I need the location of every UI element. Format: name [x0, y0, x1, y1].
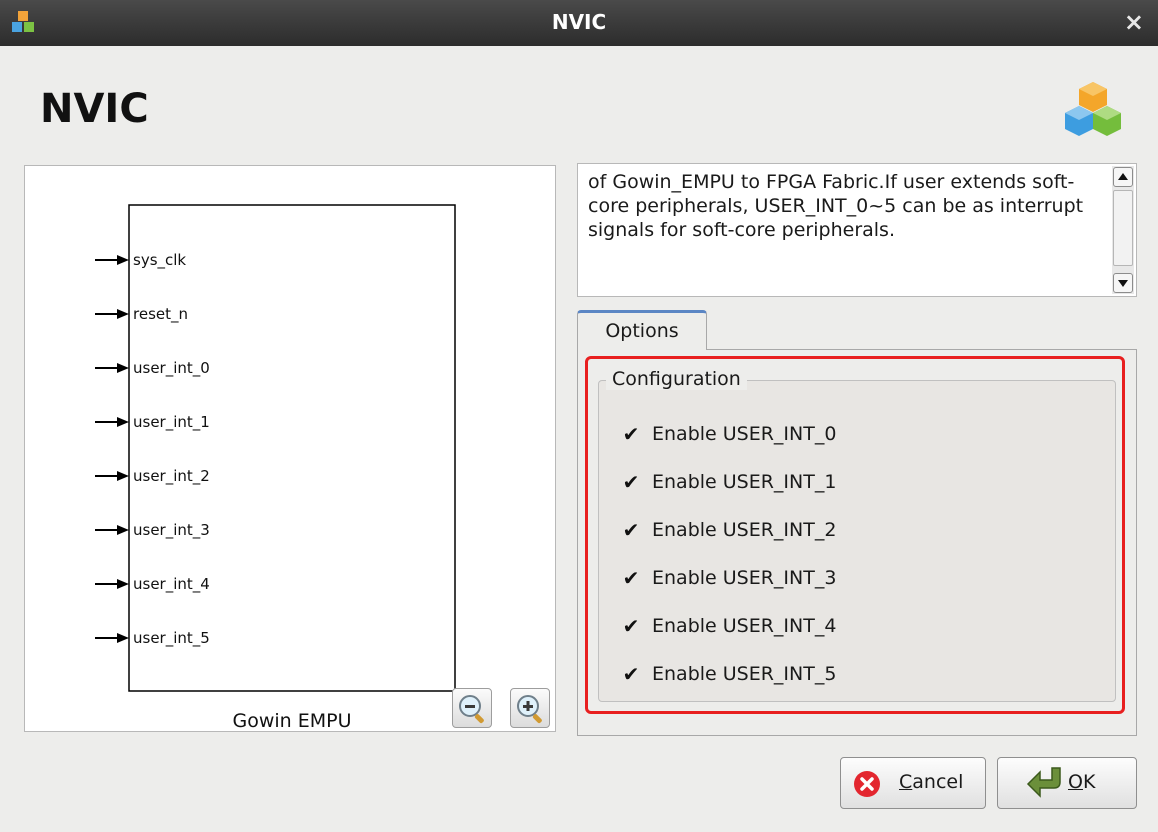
description-text: of Gowin_EMPU to FPGA Fabric.If user ext… [588, 171, 1084, 241]
cubes-logo-icon [1062, 80, 1124, 140]
zoom-in-button[interactable] [510, 688, 550, 728]
port-label-reset_n: reset_n [133, 305, 188, 324]
zoom-out-icon [459, 695, 484, 724]
window-title: NVIC [551, 10, 607, 34]
window-titlebar: NVIC × [0, 0, 1158, 46]
port-arrow-sys_clk [117, 255, 129, 265]
zoom-in-icon [517, 695, 542, 724]
ok-button[interactable]: OK [997, 757, 1137, 809]
cancel-label: Cancel [899, 771, 964, 793]
port-arrow-user_int_5 [117, 633, 129, 643]
highlight-outline [585, 356, 1125, 714]
port-arrow-user_int_2 [117, 471, 129, 481]
cancel-button[interactable]: Cancel [840, 757, 986, 809]
arrow-up-icon [1118, 173, 1128, 180]
scroll-thumb[interactable] [1113, 190, 1133, 266]
ok-arrow-icon [1026, 767, 1061, 798]
scroll-up-button[interactable] [1113, 167, 1133, 187]
port-arrow-user_int_3 [117, 525, 129, 535]
port-label-user_int_3: user_int_3 [133, 521, 210, 540]
description-scrollbar[interactable] [1112, 166, 1134, 294]
block-diagram: sys_clk reset_n user_int_0 user_int_1 user_i… [95, 204, 456, 732]
port-arrow-reset_n [117, 309, 129, 319]
tab-options[interactable]: Options [577, 310, 707, 350]
port-arrow-user_int_0 [117, 363, 129, 373]
arrow-down-icon [1118, 280, 1128, 287]
port-arrow-user_int_1 [117, 417, 129, 427]
page-title: NVIC [40, 86, 149, 132]
port-label-user_int_0: user_int_0 [133, 359, 210, 378]
port-label-user_int_1: user_int_1 [133, 413, 210, 432]
block-name-label: Gowin EMPU [232, 710, 351, 732]
description-box[interactable]: of Gowin_EMPU to FPGA Fabric.If user ext… [577, 163, 1137, 297]
close-icon[interactable]: × [1124, 8, 1144, 36]
port-label-user_int_4: user_int_4 [133, 575, 210, 594]
port-arrow-user_int_4 [117, 579, 129, 589]
ok-label: OK [1068, 771, 1096, 793]
scroll-down-button[interactable] [1113, 273, 1133, 293]
port-label-user_int_5: user_int_5 [133, 629, 210, 648]
empu-block [128, 204, 456, 692]
port-label-sys_clk: sys_clk [133, 251, 186, 270]
cancel-icon [854, 771, 880, 797]
port-label-user_int_2: user_int_2 [133, 467, 210, 486]
zoom-out-button[interactable] [452, 688, 492, 728]
block-diagram-panel: sys_clk reset_n user_int_0 user_int_1 user_i… [24, 165, 556, 732]
